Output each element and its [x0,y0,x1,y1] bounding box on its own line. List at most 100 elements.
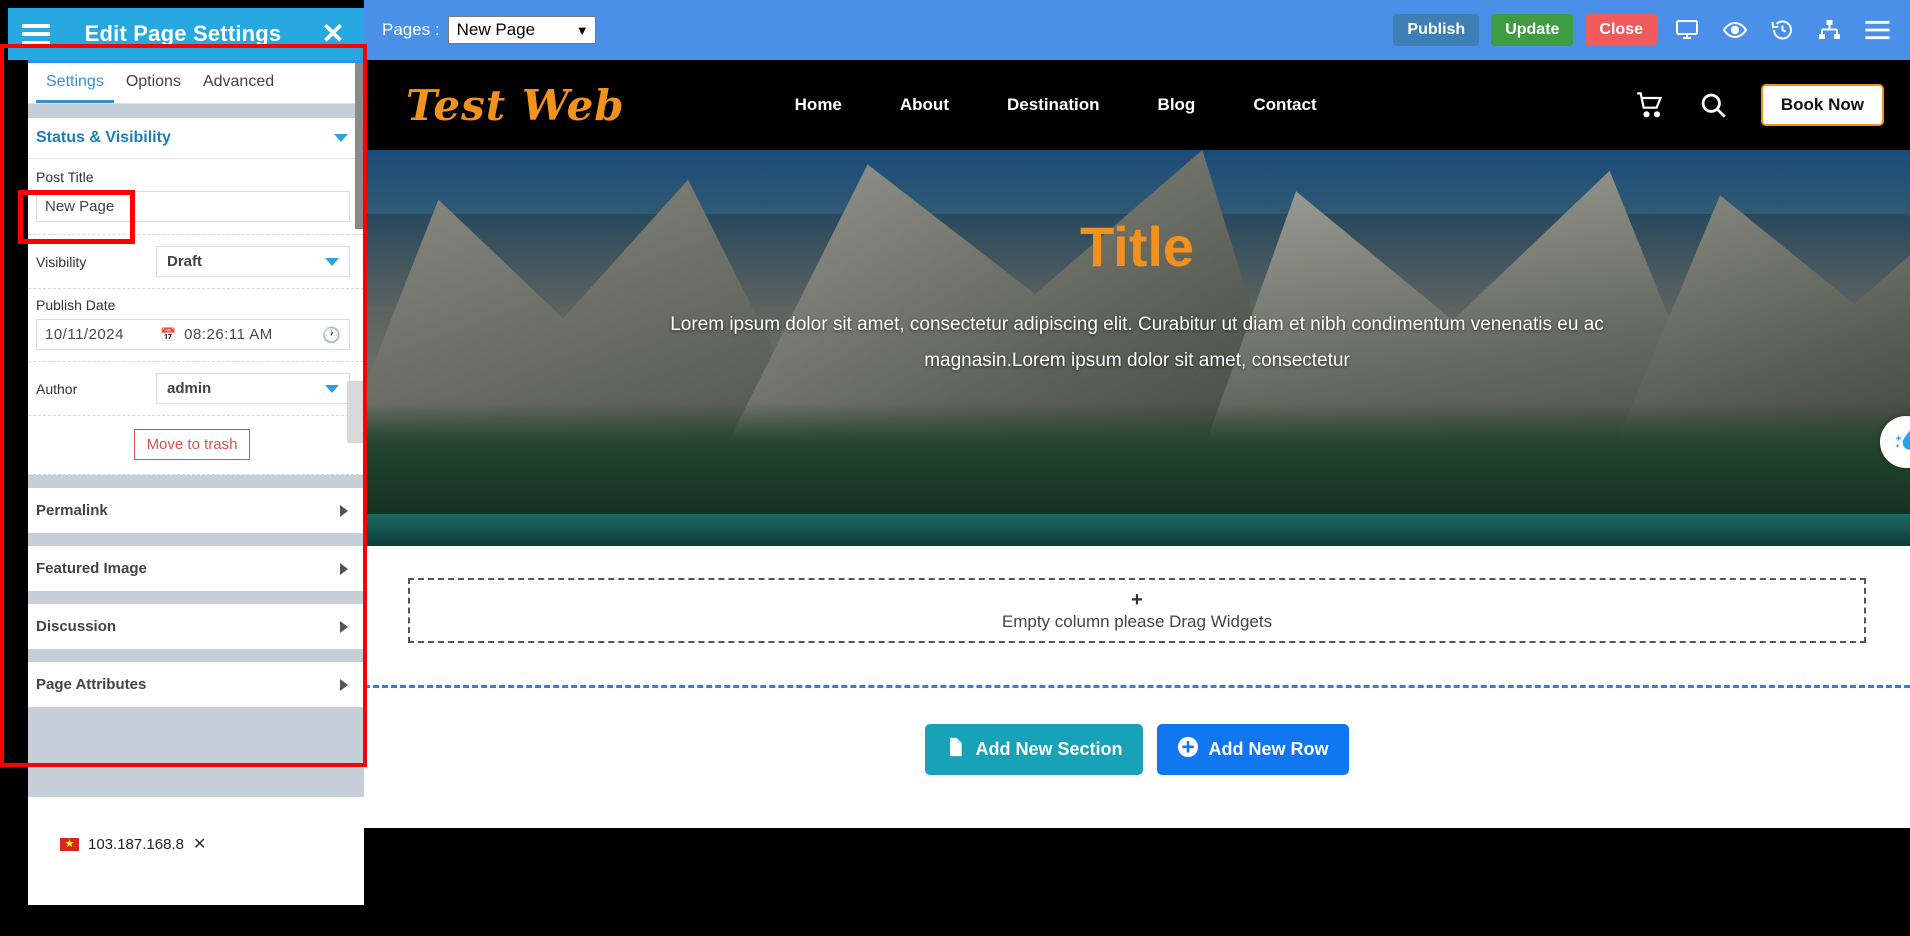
builder-actions: Add New Section Add New Row [364,724,1910,775]
builder-toolbar: Pages : New Page ▼ Publish Update Close [364,0,1910,60]
nav-item-about[interactable]: About [900,95,949,115]
clock-icon[interactable]: 🕐 [322,326,341,344]
panel-gap [28,649,364,662]
author-label: Author [36,380,78,397]
cart-icon[interactable] [1635,91,1665,119]
publish-date-label: Publish Date [36,297,116,313]
scrollbar-thumb-secondary[interactable] [347,381,364,443]
panel-tabs: Settings Options Advanced [28,63,364,104]
panel-title: Edit Page Settings [84,21,282,46]
hero-forest [364,402,1910,522]
panel-permalink-label: Permalink [36,502,108,519]
vietnam-flag-icon: ★ [60,837,79,851]
section-divider [28,104,364,118]
publish-date-value[interactable]: 10/11/2024 [45,326,124,343]
visibility-field: Visibility Draft [28,235,364,289]
publish-button[interactable]: Publish [1393,14,1480,46]
app-root: Edit Page Settings ✕ Settings Options Ad… [0,0,1910,936]
panel-scrollbar[interactable] [347,63,364,905]
book-now-button[interactable]: Book Now [1760,84,1884,126]
panel-body: Settings Options Advanced Status & Visib… [28,60,364,905]
status-visibility-header[interactable]: Status & Visibility [28,118,364,158]
post-title-input[interactable] [36,191,350,222]
panel-featured-image-label: Featured Image [36,560,147,577]
panel-discussion[interactable]: Discussion [28,604,364,649]
ip-badge[interactable]: ★ 103.187.168.8 ✕ [50,828,217,860]
panel-discussion-label: Discussion [36,618,117,635]
author-value: admin [167,380,212,397]
history-icon[interactable] [1770,18,1795,42]
close-button[interactable]: Close [1585,14,1657,46]
desktop-icon[interactable] [1674,18,1700,42]
chevron-right-icon [340,504,348,517]
chevron-right-icon [340,562,348,575]
visibility-label: Visibility [36,253,87,270]
update-button[interactable]: Update [1491,14,1574,46]
add-new-section-button[interactable]: Add New Section [925,724,1143,775]
publish-time-value[interactable]: 08:26:11 AM [184,326,273,343]
scrollbar-thumb[interactable] [355,63,364,229]
ip-address-text: 103.187.168.8 [88,835,184,853]
chevron-down-icon [334,134,348,142]
site-nav-right: Book Now [1635,84,1884,126]
move-to-trash-button[interactable]: Move to trash [133,429,251,460]
site-preview: Test Web Home About Destination Blog Con… [364,60,1910,936]
visibility-value: Draft [167,253,203,270]
visibility-select[interactable]: Draft [156,246,350,277]
site-header: Test Web Home About Destination Blog Con… [364,60,1910,150]
add-new-row-button[interactable]: Add New Row [1156,724,1349,775]
trash-row: Move to trash [28,416,364,475]
hero-title: Title [1079,215,1195,278]
chevron-right-icon [340,620,348,633]
plus-icon: + [1131,588,1143,611]
hamburger-icon[interactable] [22,23,50,45]
hero-section: Title Lorem ipsum dolor sit amet, consec… [364,150,1910,546]
panel-page-attributes[interactable]: Page Attributes [28,662,364,707]
toolbar-right: Publish Update Close [1393,14,1896,46]
panel-gap [28,591,364,604]
panel-footer-space [28,707,364,797]
panel-gap [28,533,364,546]
panel-header: Edit Page Settings ✕ [8,8,364,60]
empty-column-text: Empty column please Drag Widgets [1001,611,1273,631]
nav-item-contact[interactable]: Contact [1253,95,1316,115]
panel-gap [28,475,364,488]
document-icon [945,736,965,763]
hero-lake [364,514,1910,546]
pages-select[interactable]: New Page ▼ [447,16,596,44]
hero-content: Title Lorem ipsum dolor sit amet, consec… [364,150,1910,379]
tab-options[interactable]: Options [116,73,191,103]
plus-circle-icon [1177,736,1199,763]
sitemap-icon[interactable] [1817,18,1842,42]
publish-date-control[interactable]: 10/11/2024 📅 08:26:11 AM 🕐 [36,319,350,350]
site-nav-menu: Home About Destination Blog Contact [795,95,1317,115]
panel-permalink[interactable]: Permalink [28,488,364,533]
add-new-row-label: Add New Row [1208,739,1329,759]
hero-subtitle: Lorem ipsum dolor sit amet, consectetur … [670,314,1604,372]
empty-column-dropzone[interactable]: + Empty column please Drag Widgets [408,578,1866,643]
tab-settings[interactable]: Settings [36,73,114,103]
close-icon[interactable]: ✕ [193,834,206,854]
nav-item-home[interactable]: Home [795,95,842,115]
hamburger-icon[interactable] [1864,19,1891,41]
chevron-down-icon [325,257,339,266]
chevron-right-icon [340,678,348,691]
chevron-down-icon: ▼ [575,22,589,38]
close-icon[interactable]: ✕ [316,20,350,48]
publish-date-field: Publish Date 10/11/2024 📅 08:26:11 AM 🕐 [28,289,364,362]
post-title-label: Post Title [36,169,94,185]
nav-item-blog[interactable]: Blog [1158,95,1196,115]
search-icon[interactable] [1699,91,1727,119]
status-visibility-label: Status & Visibility [36,129,171,146]
site-footer [364,828,1910,936]
author-select[interactable]: admin [156,373,350,404]
nav-item-destination[interactable]: Destination [1007,95,1100,115]
post-title-field: Post Title [28,159,364,235]
pages-select-value: New Page [456,20,536,39]
calendar-icon[interactable]: 📅 [160,327,176,343]
section-divider-line [364,685,1910,688]
site-logo[interactable]: Test Web [406,81,625,130]
panel-featured-image[interactable]: Featured Image [28,546,364,591]
tab-advanced[interactable]: Advanced [193,73,284,103]
eye-icon[interactable] [1722,18,1748,42]
